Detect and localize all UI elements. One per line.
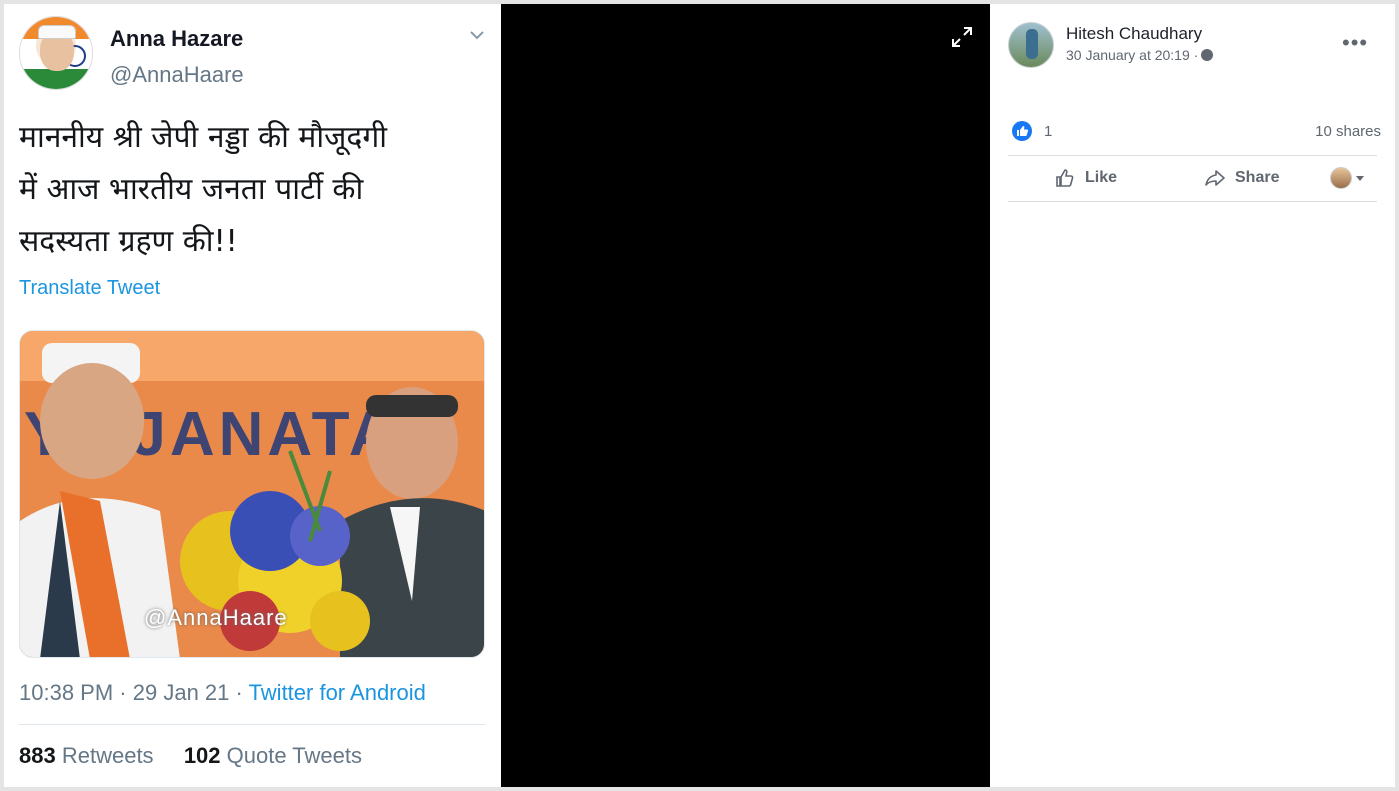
- post-timestamp[interactable]: 30 January at 20:19 ·: [1066, 47, 1214, 63]
- share-button[interactable]: Share: [1204, 167, 1279, 189]
- translate-tweet-link[interactable]: Translate Tweet: [19, 277, 160, 300]
- reaction-summary[interactable]: 1: [1012, 120, 1052, 142]
- like-button-label: Like: [1085, 169, 1118, 186]
- poster-name[interactable]: Hitesh Chaudhary: [1066, 24, 1202, 44]
- divider: [1008, 155, 1377, 156]
- share-button-label: Share: [1235, 169, 1280, 186]
- tweet-date[interactable]: 29 Jan 21: [133, 680, 230, 705]
- globe-icon: [1201, 49, 1214, 61]
- screenshot-frame: Anna Hazare @AnnaHaare माननीय श्री जेपी …: [4, 4, 1395, 787]
- poster-avatar[interactable]: [1008, 22, 1054, 68]
- like-reaction-icon: [1012, 121, 1032, 141]
- tweet-photo[interactable]: YA JANATA @AnnaHaare: [19, 330, 485, 658]
- facebook-post-panel: Hitesh Chaudhary 30 January at 20:19 · •…: [990, 4, 1395, 787]
- like-button[interactable]: Like: [1054, 167, 1117, 189]
- expand-icon[interactable]: [951, 26, 973, 48]
- tweet-screenshot: Anna Hazare @AnnaHaare माननीय श्री जेपी …: [4, 4, 501, 787]
- shares-count[interactable]: 10 shares: [1315, 123, 1381, 140]
- retweets-stat[interactable]: 883 Retweets: [19, 743, 154, 768]
- quote-tweets-stat[interactable]: 102 Quote Tweets: [184, 743, 362, 768]
- tweet-text-line: माननीय श्री जेपी नड्डा की मौजूदगी: [19, 120, 387, 155]
- tweet-author-name[interactable]: Anna Hazare: [110, 26, 243, 52]
- more-options-icon[interactable]: •••: [1342, 30, 1368, 56]
- tweet-author-handle[interactable]: @AnnaHaare: [110, 62, 244, 88]
- tweet-engagement-stats: 883 Retweets 102 Quote Tweets: [19, 743, 362, 769]
- chevron-down-icon[interactable]: [468, 26, 486, 44]
- audience-selector[interactable]: [1330, 167, 1364, 189]
- tweet-metadata: 10:38 PM · 29 Jan 21 · Twitter for Andro…: [19, 680, 426, 705]
- tweet-text-line: में आज भारतीय जनता पार्टी की: [19, 172, 364, 207]
- share-arrow-icon: [1205, 170, 1225, 186]
- tweet-text-line: सदस्यता ग्रहण की!!: [19, 224, 238, 259]
- thumbs-up-icon: [1056, 169, 1074, 187]
- photo-viewer: [501, 4, 990, 787]
- divider: [1008, 201, 1377, 202]
- tweet-author-avatar[interactable]: [19, 16, 93, 90]
- photo-watermark: @AnnaHaare: [144, 605, 288, 630]
- divider: [19, 724, 485, 725]
- tweet-time[interactable]: 10:38 PM: [19, 680, 113, 705]
- reaction-count[interactable]: 1: [1044, 123, 1052, 140]
- tweet-source-link[interactable]: Twitter for Android: [249, 680, 426, 705]
- tweet-text: माननीय श्री जेपी नड्डा की मौजूदगी में आज…: [19, 112, 479, 268]
- avatar: [1330, 167, 1352, 189]
- caret-down-icon: [1356, 175, 1364, 181]
